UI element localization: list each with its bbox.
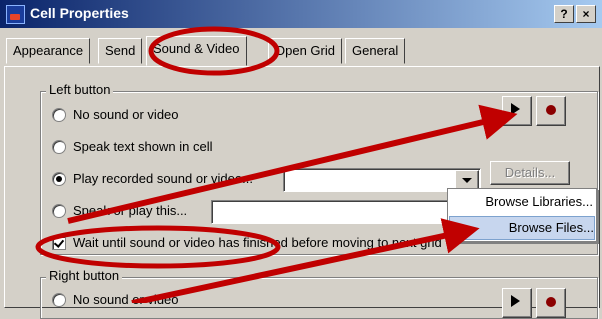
tab-open-grid[interactable]: Open Grid [268,38,342,64]
menu-item-browse-libraries[interactable]: Browse Libraries... [449,191,593,213]
play-icon [511,103,520,115]
right-play-button[interactable] [502,288,532,318]
option-play-recorded[interactable]: Play recorded sound or video... [52,171,253,186]
app-icon [6,5,25,24]
record-icon [546,297,556,307]
tab-send[interactable]: Send [98,38,143,64]
option-speak-text[interactable]: Speak text shown in cell [52,139,212,154]
radio-play-recorded[interactable] [52,171,66,186]
speak-or-play-field[interactable] [211,200,481,224]
browse-menu: Browse Libraries... Browse Files... [447,188,597,242]
wait-checkbox[interactable] [52,235,66,250]
help-button[interactable]: ? [554,5,574,23]
tab-sound-video[interactable]: Sound & Video [146,36,247,66]
tab-appearance[interactable]: Appearance [6,38,91,64]
record-icon [546,105,556,115]
right-record-button[interactable] [536,288,566,318]
chevron-down-icon [462,178,472,183]
right-option-no-sound[interactable]: No sound or video [52,292,179,307]
option-label: Speak or play this... [73,203,188,218]
option-label: Speak text shown in cell [73,139,213,154]
option-no-sound[interactable]: No sound or video [52,107,179,122]
right-button-legend: Right button [46,268,123,283]
close-button[interactable]: × [576,5,596,23]
radio-speak-or-play[interactable] [52,203,66,218]
tab-bar: Appearance Send Sound & Video Open Grid … [0,36,602,66]
title-bar: Cell Properties ? × [0,0,602,28]
menu-item-browse-files[interactable]: Browse Files... [449,216,595,240]
wait-label: Wait until sound or video has finished b… [73,235,442,250]
option-speak-or-play[interactable]: Speak or play this... [52,203,187,218]
record-button[interactable] [536,96,566,126]
details-button[interactable]: Details... [490,161,570,185]
radio-speak-text[interactable] [52,139,66,154]
radio-right-no-sound[interactable] [52,292,66,307]
left-button-legend: Left button [46,82,114,97]
play-button[interactable] [502,96,532,126]
window-title: Cell Properties [30,5,129,21]
option-label: No sound or video [73,292,179,307]
option-label: No sound or video [73,107,179,122]
play-icon [511,295,520,307]
wait-option[interactable]: Wait until sound or video has finished b… [52,235,442,250]
radio-no-sound[interactable] [52,107,66,122]
tab-general[interactable]: General [345,38,406,64]
option-label: Play recorded sound or video... [73,171,253,186]
